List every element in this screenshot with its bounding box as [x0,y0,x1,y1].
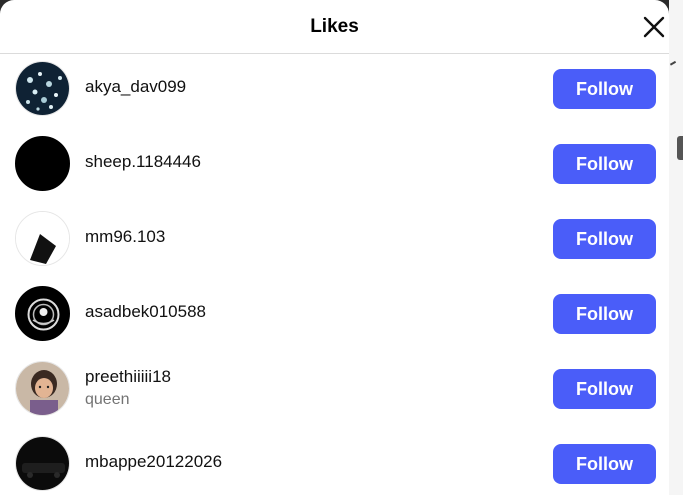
user-texts: mbappe20122026 [85,452,222,472]
list-item: preethiiiii18 queen Follow [0,354,669,429]
username[interactable]: mbappe20122026 [85,452,222,472]
follow-button[interactable]: Follow [553,69,656,109]
follow-button[interactable]: Follow [553,144,656,184]
list-item: sheep.1184446 Follow [0,129,669,204]
avatar[interactable] [15,436,70,491]
close-icon [643,16,665,38]
likes-list: akya_dav099 Follow sheep.1184446 Follow … [0,54,669,495]
scrollbar-handle[interactable] [677,136,683,160]
user-texts: preethiiiii18 queen [85,367,171,409]
background-page-strip [669,0,683,495]
avatar-image [16,437,69,490]
dialog-header: Likes [0,0,669,54]
avatar[interactable] [15,136,70,191]
user-texts: sheep.1184446 [85,152,201,172]
list-item: akya_dav099 Follow [0,54,669,129]
avatar[interactable] [15,61,70,116]
avatar-image [16,212,69,265]
follow-button[interactable]: Follow [553,444,656,484]
username[interactable]: preethiiiii18 [85,367,171,387]
user-texts: akya_dav099 [85,77,186,97]
username[interactable]: asadbek010588 [85,302,206,322]
avatar[interactable] [15,286,70,341]
avatar[interactable] [15,361,70,416]
close-button[interactable] [639,10,669,44]
follow-button[interactable]: Follow [553,369,656,409]
avatar[interactable] [15,211,70,266]
background-mark [669,60,679,70]
likes-dialog: Likes akya_dav099 Follow sheep.1184446 F… [0,0,669,495]
username[interactable]: mm96.103 [85,227,165,247]
user-fullname: queen [85,391,130,408]
avatar-image [16,62,69,115]
avatar-image [16,362,69,415]
username[interactable]: sheep.1184446 [85,152,201,172]
user-texts: mm96.103 [85,227,165,247]
avatar-image [16,287,69,340]
list-item: mm96.103 Follow [0,204,669,279]
user-texts: asadbek010588 [85,302,206,322]
username[interactable]: akya_dav099 [85,77,186,97]
follow-button[interactable]: Follow [553,219,656,259]
dialog-title: Likes [310,15,359,37]
list-item: asadbek010588 Follow [0,279,669,354]
list-item: mbappe20122026 Follow [0,429,669,495]
follow-button[interactable]: Follow [553,294,656,334]
